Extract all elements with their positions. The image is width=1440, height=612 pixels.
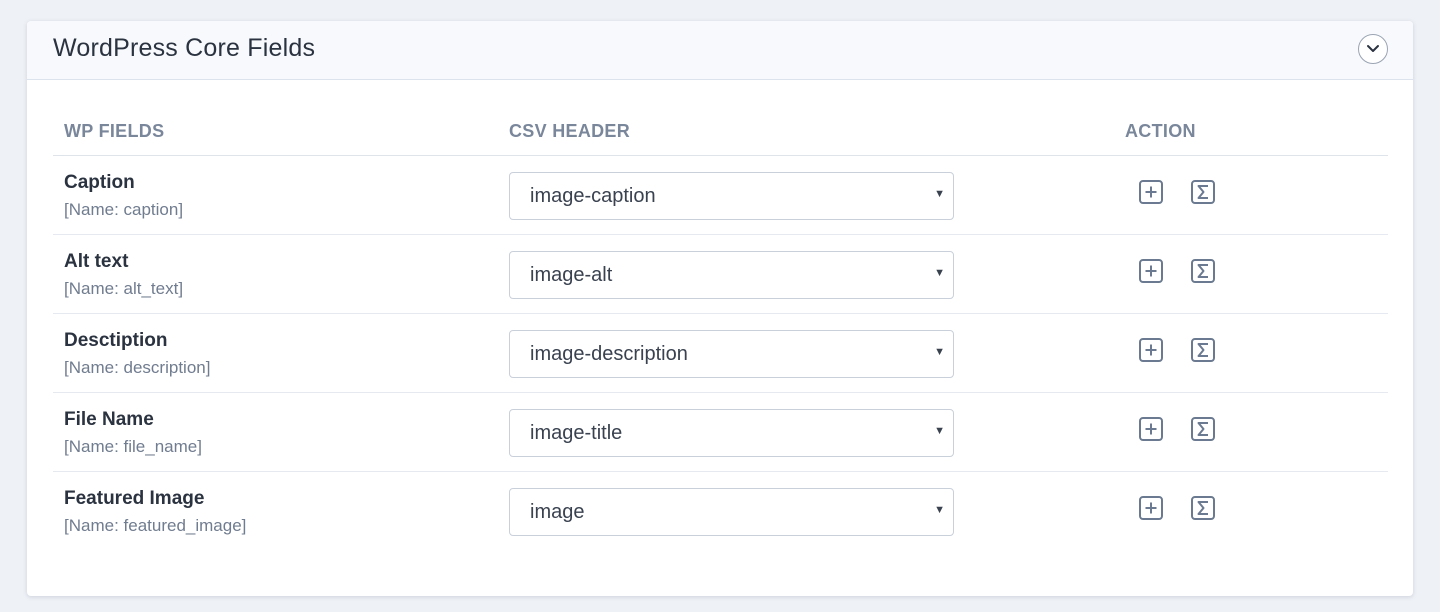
csv-header-value: image-title [530, 422, 623, 444]
sigma-icon [1191, 180, 1215, 204]
table-row: Featured Image [Name: featured_image] im… [53, 472, 1388, 550]
field-label: Alt text [64, 251, 129, 272]
table-body: Caption [Name: caption] image-caption ▼ … [53, 156, 1388, 550]
table-header: WP FIELDS CSV HEADER ACTION [53, 101, 1388, 156]
field-label: Desctiption [64, 330, 168, 351]
formula-button[interactable] [1190, 337, 1216, 363]
add-field-button[interactable] [1138, 416, 1164, 442]
field-label: Featured Image [64, 488, 205, 509]
sigma-icon [1191, 417, 1215, 441]
collapse-button[interactable] [1358, 34, 1388, 64]
formula-button[interactable] [1190, 416, 1216, 442]
field-name: [Name: caption] [64, 200, 184, 219]
header-wp-fields: WP FIELDS [64, 121, 165, 141]
field-name: [Name: file_name] [64, 437, 202, 456]
sigma-icon [1191, 259, 1215, 283]
caret-down-icon: ▼ [934, 267, 945, 279]
field-mapping-table: WP FIELDS CSV HEADER ACTION Caption [Nam… [53, 101, 1388, 550]
chevron-down-icon [1367, 45, 1379, 52]
table-row: Alt text [Name: alt_text] image-alt ▼ [53, 235, 1388, 314]
field-name: [Name: alt_text] [64, 279, 184, 298]
plus-square-icon [1139, 417, 1163, 441]
caret-down-icon: ▼ [934, 188, 945, 200]
sigma-icon [1191, 496, 1215, 520]
field-name: [Name: description] [64, 358, 211, 377]
panel-title: WordPress Core Fields [53, 34, 316, 62]
add-field-button[interactable] [1138, 179, 1164, 205]
add-field-button[interactable] [1138, 258, 1164, 284]
wordpress-core-fields-panel: WordPress Core Fields WP FIELDS CSV HEAD… [27, 21, 1413, 596]
plus-square-icon [1139, 259, 1163, 283]
csv-header-value: image [530, 501, 585, 523]
plus-square-icon [1139, 180, 1163, 204]
plus-square-icon [1139, 496, 1163, 520]
csv-header-select[interactable]: image-title ▼ [509, 409, 954, 457]
formula-button[interactable] [1190, 179, 1216, 205]
csv-header-value: image-alt [530, 264, 613, 286]
formula-button[interactable] [1190, 495, 1216, 521]
csv-header-select[interactable]: image ▼ [509, 488, 954, 536]
csv-header-select[interactable]: image-alt ▼ [509, 251, 954, 299]
csv-header-value: image-caption [530, 185, 656, 207]
caret-down-icon: ▼ [934, 425, 945, 437]
header-action: ACTION [1125, 121, 1196, 141]
csv-header-select[interactable]: image-caption ▼ [509, 172, 954, 220]
caret-down-icon: ▼ [934, 504, 945, 516]
caret-down-icon: ▼ [934, 346, 945, 358]
add-field-button[interactable] [1138, 337, 1164, 363]
field-name: [Name: featured_image] [64, 516, 247, 535]
table-row: File Name [Name: file_name] image-title … [53, 393, 1388, 472]
field-label: File Name [64, 409, 154, 430]
csv-header-select[interactable]: image-description ▼ [509, 330, 954, 378]
table-row: Desctiption [Name: description] image-de… [53, 314, 1388, 393]
csv-header-value: image-description [530, 343, 688, 365]
add-field-button[interactable] [1138, 495, 1164, 521]
panel-header: WordPress Core Fields [27, 21, 1413, 80]
plus-square-icon [1139, 338, 1163, 362]
header-csv-header: CSV HEADER [509, 121, 631, 141]
table-row: Caption [Name: caption] image-caption ▼ [53, 156, 1388, 235]
field-label: Caption [64, 172, 135, 193]
formula-button[interactable] [1190, 258, 1216, 284]
sigma-icon [1191, 338, 1215, 362]
